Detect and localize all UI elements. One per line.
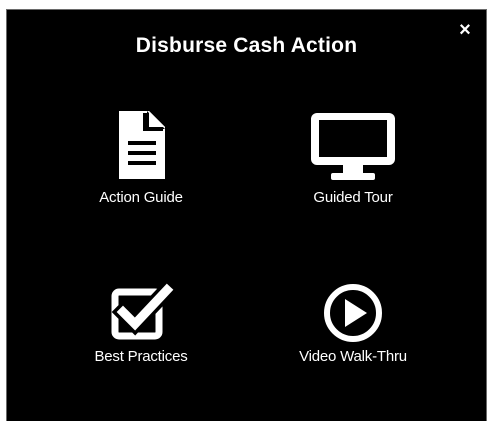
video-walk-thru-label: Video Walk-Thru bbox=[299, 348, 407, 365]
guided-tour-option[interactable]: Guided Tour bbox=[273, 107, 433, 206]
best-practices-option[interactable]: Best Practices bbox=[61, 282, 221, 365]
guided-tour-label: Guided Tour bbox=[313, 189, 393, 206]
video-walk-thru-option[interactable]: Video Walk-Thru bbox=[273, 282, 433, 365]
checkbox-icon bbox=[111, 282, 179, 340]
close-icon[interactable]: × bbox=[456, 20, 474, 40]
best-practices-label: Best Practices bbox=[94, 348, 188, 365]
action-guide-option[interactable]: Action Guide bbox=[61, 107, 221, 206]
action-guide-label: Action Guide bbox=[99, 189, 183, 206]
monitor-icon bbox=[311, 113, 395, 180]
document-icon bbox=[119, 111, 165, 179]
screen-background: Disburse Cash Action × Action Guide Guid… bbox=[0, 0, 492, 421]
disburse-cash-action-dialog: Disburse Cash Action × Action Guide Guid… bbox=[6, 9, 487, 421]
dialog-title: Disburse Cash Action bbox=[135, 34, 358, 57]
play-circle-icon bbox=[324, 284, 382, 342]
